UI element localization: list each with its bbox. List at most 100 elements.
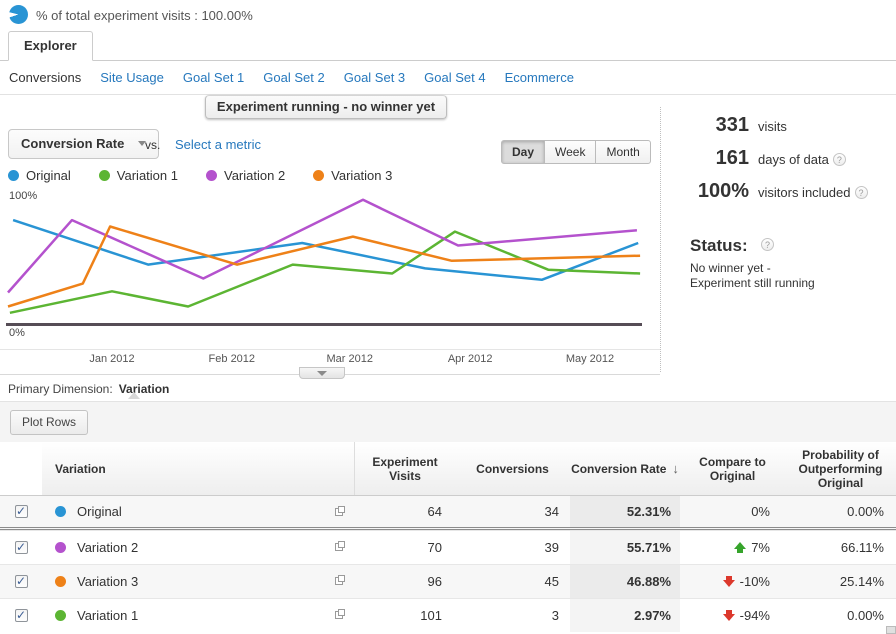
row-name-cell: Variation 3 [42, 565, 355, 598]
visits-cell: 70 [355, 531, 455, 564]
conversions-cell: 39 [455, 531, 570, 564]
table-row-variation-3: ✓Variation 3964546.88%-10%25.14% [0, 564, 896, 598]
variation-name: Variation 2 [77, 540, 138, 555]
nav-item-conversions[interactable]: Conversions [9, 70, 81, 85]
row-checkbox[interactable]: ✓ [15, 609, 28, 622]
help-icon[interactable]: ? [833, 153, 846, 166]
scroll-corner [886, 626, 896, 634]
series-dot-icon [55, 542, 66, 553]
metric-selector-button[interactable]: Conversion Rate [8, 129, 159, 159]
help-icon[interactable]: ? [761, 238, 774, 251]
arrow-up-icon [734, 542, 746, 553]
status-title: Status: [690, 236, 748, 256]
probability-cell: 25.14% [785, 565, 896, 598]
sort-desc-icon[interactable]: ↓ [672, 462, 679, 476]
experiment-report-page: % of total experiment visits : 100.00% E… [0, 0, 896, 634]
legend-item-variation-2: Variation 2 [206, 168, 285, 183]
conversions-cell: 34 [455, 496, 570, 527]
column-header-label: Experiment Visits [355, 455, 455, 483]
column-header-compare-to-original[interactable]: Compare to Original [680, 442, 785, 495]
open-in-new-icon[interactable] [335, 543, 343, 551]
open-in-new-icon[interactable] [335, 577, 343, 585]
open-in-new-icon[interactable] [335, 611, 343, 619]
table-toolbar: Plot Rows [0, 401, 896, 442]
conversions-cell: 3 [455, 599, 570, 632]
granularity-week[interactable]: Week [544, 140, 596, 164]
legend-item-variation-3: Variation 3 [313, 168, 392, 183]
stat-value: 161 [661, 147, 749, 170]
compare-cell: 0% [680, 496, 785, 527]
column-header-variation[interactable]: Variation [42, 442, 355, 495]
stat-label: visits [758, 119, 787, 134]
select-a-metric-link[interactable]: Select a metric [175, 137, 261, 152]
stat-days-of-data: 161days of data? [661, 147, 896, 171]
legend-label: Variation 1 [117, 168, 178, 183]
nav-item-goal-set-1[interactable]: Goal Set 1 [183, 70, 244, 85]
series-dot-icon [55, 506, 66, 517]
stat-value: 100% [661, 180, 749, 203]
row-checkbox-cell: ✓ [0, 496, 42, 527]
legend-item-original: Original [8, 168, 71, 183]
nav-item-ecommerce[interactable]: Ecommerce [505, 70, 574, 85]
arrow-down-icon [723, 610, 735, 621]
legend-label: Variation 2 [224, 168, 285, 183]
metric-selector-label: Conversion Rate [21, 136, 124, 151]
visits-cell: 101 [355, 599, 455, 632]
nav-item-goal-set-3[interactable]: Goal Set 3 [344, 70, 405, 85]
chart-legend: Original Variation 1 Variation 2 Variation … [8, 168, 420, 183]
row-checkbox-cell: ✓ [0, 531, 42, 564]
conversion-rate-chart [0, 192, 648, 328]
granularity-day[interactable]: Day [501, 140, 545, 164]
row-name-cell: Original [42, 496, 355, 527]
chart-collapse-handle[interactable] [299, 367, 345, 379]
nav-item-goal-set-4[interactable]: Goal Set 4 [424, 70, 485, 85]
column-header-experiment-visits[interactable]: Experiment Visits [355, 442, 455, 495]
granularity-month[interactable]: Month [595, 140, 650, 164]
column-header-conversion-rate[interactable]: Conversion Rate ↓ [570, 442, 680, 495]
nav-item-site-usage[interactable]: Site Usage [100, 70, 164, 85]
tab-explorer[interactable]: Explorer [8, 31, 93, 61]
column-header-label: Conversion Rate [571, 462, 666, 476]
plot-rows-button[interactable]: Plot Rows [10, 410, 88, 435]
row-name-cell: Variation 1 [42, 599, 355, 632]
legend-dot-icon [313, 170, 324, 181]
series-dot-icon [55, 576, 66, 587]
series-line-original [13, 220, 638, 280]
primary-dimension: Primary Dimension: Variation [8, 382, 169, 396]
legend-item-variation-1: Variation 1 [99, 168, 178, 183]
help-icon[interactable]: ? [855, 186, 868, 199]
probability-cell: 0.00% [785, 496, 896, 527]
table-row-variation-2: ✓Variation 2703955.71%7%66.11% [0, 530, 896, 564]
x-tick-label: Feb 2012 [209, 353, 255, 365]
vs-label: vs. [145, 138, 160, 152]
status-line: Experiment still running [690, 276, 815, 290]
x-tick-label: May 2012 [566, 353, 614, 365]
visits-cell: 64 [355, 496, 455, 527]
y-axis-min-label: 0% [9, 327, 25, 339]
visits-cell: 96 [355, 565, 455, 598]
nav-item-goal-set-2[interactable]: Goal Set 2 [263, 70, 324, 85]
stat-visits: 331visits [661, 114, 896, 138]
column-header-label: Conversions [476, 462, 549, 476]
row-name-cell: Variation 2 [42, 531, 355, 564]
row-checkbox[interactable]: ✓ [15, 541, 28, 554]
column-header-probability-of-outperforming-original[interactable]: Probability of Outperforming Original [785, 442, 896, 495]
table-header-row: VariationExperiment Visits Conversions Con… [0, 442, 896, 496]
compare-value: -10% [740, 574, 770, 589]
compare-cell: -94% [680, 599, 785, 632]
row-checkbox[interactable]: ✓ [15, 575, 28, 588]
variation-name: Variation 1 [77, 608, 138, 623]
probability-cell: 0.00% [785, 599, 896, 632]
x-tick-label: Apr 2012 [448, 353, 493, 365]
row-checkbox[interactable]: ✓ [15, 505, 28, 518]
column-header-conversions[interactable]: Conversions [455, 442, 570, 495]
probability-cell: 66.11% [785, 531, 896, 564]
primary-dimension-value[interactable]: Variation [119, 382, 170, 396]
topbar: % of total experiment visits : 100.00% [0, 0, 896, 30]
column-header-label: Probability of Outperforming Original [785, 448, 896, 490]
primary-dimension-label: Primary Dimension: [8, 382, 113, 396]
conversion-rate-cell: 55.71% [570, 531, 680, 564]
open-in-new-icon[interactable] [335, 508, 343, 516]
row-checkbox-cell: ✓ [0, 565, 42, 598]
chevron-down-icon [317, 371, 327, 376]
